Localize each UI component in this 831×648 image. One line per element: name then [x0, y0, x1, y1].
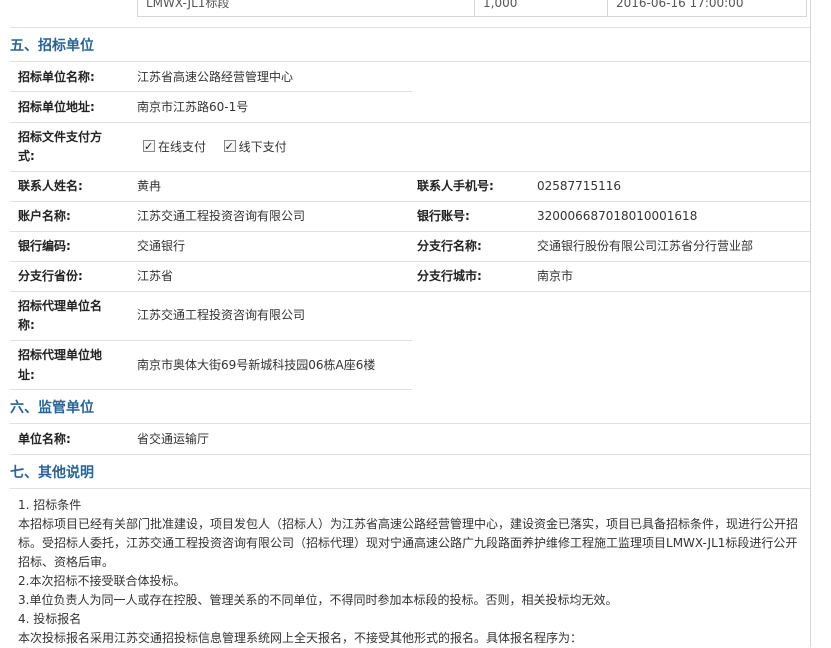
- bank-account-label: 银行账号:: [417, 209, 470, 223]
- branch-city-value: 南京市: [537, 269, 574, 283]
- account-name-value: 江苏交通工程投资咨询有限公司: [137, 209, 306, 223]
- divider: [10, 291, 810, 292]
- contact-name-label: 联系人姓名:: [18, 179, 83, 193]
- agent-address-label-2: 址:: [18, 368, 35, 382]
- online-payment-label: 在线支付: [158, 140, 207, 154]
- deadline-cell: 2016-06-16 17:00:00: [616, 0, 744, 10]
- divider: [10, 171, 810, 172]
- tenderer-address-label: 招标单位地址:: [18, 100, 95, 114]
- section-title-tenderer: 五、招标单位: [10, 38, 94, 54]
- divider: [10, 488, 810, 489]
- note-line: 本次投标报名采用江苏交通招投标信息管理系统网上全天报名，不接受其他形式的报名。具…: [18, 631, 583, 645]
- agent-name-label-2: 称:: [18, 318, 35, 332]
- section-title-supervisor: 六、监管单位: [10, 400, 94, 416]
- offline-payment-checkbox[interactable]: [223, 137, 236, 157]
- note-line: 本招标项目已经有关部门批准建设，项目发包人（招标人）为江苏省高速公路经营管理中心…: [18, 517, 799, 569]
- bank-account-value: 32000668701801000161​8: [537, 209, 698, 223]
- note-line: 3.单位负责人为同一人或存在控股、管理关系的不同单位，不得同时参加本标段的投标。…: [18, 593, 618, 607]
- section-title-other-notes: 七、其他说明: [10, 465, 94, 481]
- branch-province-value: 江苏省: [137, 269, 174, 283]
- tenderer-address-value: 南京市江苏路60-1号: [137, 100, 249, 114]
- divider: [10, 122, 810, 123]
- online-payment-checkbox[interactable]: [143, 137, 155, 157]
- divider: [10, 231, 810, 232]
- note-line: 2.本次招标不接受联合体投标。: [18, 574, 186, 588]
- right-border: [810, 0, 811, 647]
- agent-address-value: 南京市奥体大街69号新城科技园06栋A座6楼: [137, 358, 376, 372]
- branch-name-label: 分支行名称:: [417, 239, 482, 253]
- bank-code-value: 交通银行: [137, 239, 186, 253]
- payment-method-label-2: 式:: [18, 149, 35, 163]
- note-line: 1. 招标条件: [18, 498, 82, 512]
- divider: [10, 61, 810, 62]
- bid-section-table-row: LMWX-JL1标段 1,000 2016-06-16 17:00:00: [137, 0, 807, 17]
- offline-payment-label: 线下支付: [238, 140, 287, 154]
- divider: [10, 261, 810, 262]
- agent-name-label-1: 招标代理单位名: [18, 299, 103, 313]
- divider: [10, 423, 810, 424]
- payment-method-label-1: 招标文件支付方: [18, 130, 103, 144]
- divider: [10, 389, 412, 390]
- contact-phone-value: 02587715116: [537, 179, 621, 193]
- tender-announcement-page: LMWX-JL1标段 1,000 2016-06-16 17:00:00 五、招…: [0, 0, 831, 647]
- bank-code-label: 银行编码:: [18, 239, 71, 253]
- divider: [10, 340, 412, 341]
- branch-city-label: 分支行城市:: [417, 269, 482, 283]
- section-cell: LMWX-JL1标段: [138, 0, 475, 16]
- agent-name-value: 江苏交通工程投资咨询有限公司: [137, 308, 306, 322]
- tenderer-name-value: 江苏省高速公路经营管理中心: [137, 70, 294, 84]
- amount-cell: 1,000: [475, 0, 608, 16]
- contact-name-value: 黄冉: [137, 179, 162, 193]
- tenderer-name-label: 招标单位名称:: [18, 70, 95, 84]
- supervisor-unit-label: 单位名称:: [18, 432, 71, 446]
- supervisor-unit-value: 省交通运输厅: [137, 432, 210, 446]
- divider: [10, 454, 810, 455]
- payment-options: 在线支付 线下支付: [143, 137, 287, 157]
- divider: [10, 91, 412, 92]
- contact-phone-label: 联系人手机号:: [417, 179, 494, 193]
- agent-address-label-1: 招标代理单位地: [18, 348, 103, 362]
- other-notes-body: 1. 招标条件 本招标项目已经有关部门批准建设，项目发包人（招标人）为江苏省高速…: [18, 496, 803, 648]
- divider: [10, 201, 810, 202]
- note-line: 4. 投标报名: [18, 612, 82, 626]
- account-name-label: 账户名称:: [18, 209, 71, 223]
- divider: [10, 27, 810, 28]
- branch-name-value: 交通银行股份有限公司江苏省分行营业部: [537, 239, 754, 253]
- branch-province-label: 分支行省份:: [18, 269, 83, 283]
